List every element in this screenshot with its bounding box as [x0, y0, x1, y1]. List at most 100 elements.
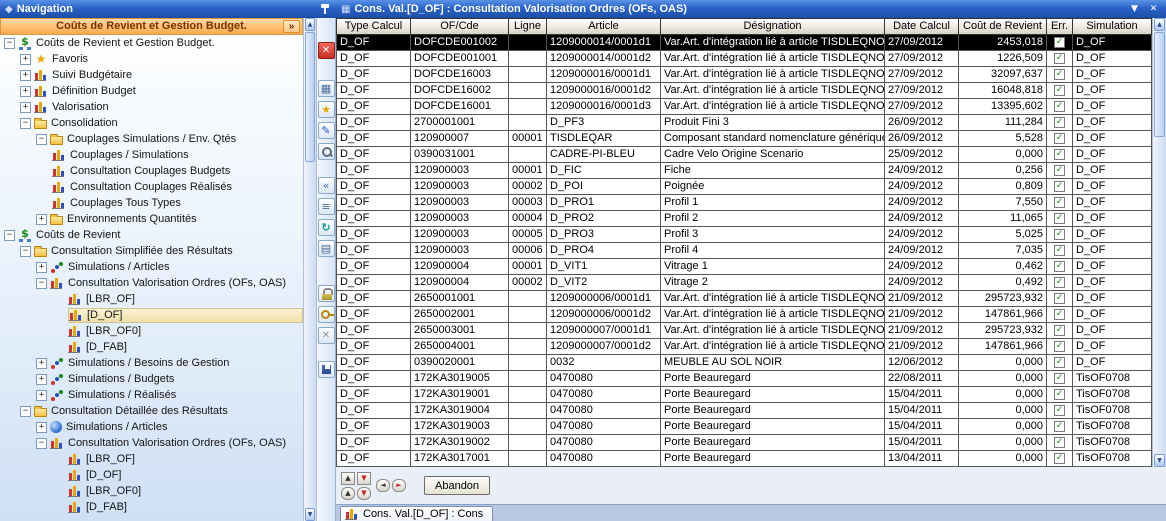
scroll-up-button[interactable]: ▲: [305, 18, 315, 31]
page-next-button[interactable]: ►: [392, 479, 406, 492]
tree-item-couplages-simulations-env-qt-s[interactable]: −Couplages Simulations / Env. Qtés: [0, 131, 303, 147]
column-header-type-calcul[interactable]: Type Calcul: [336, 18, 411, 35]
tree-item-simulations-articles[interactable]: +Simulations / Articles: [0, 259, 303, 275]
tree-scrollbar[interactable]: ▲ ▼: [303, 18, 316, 521]
column-header-err[interactable]: Err.: [1047, 18, 1073, 35]
copy-button[interactable]: ▤: [318, 240, 335, 257]
tree-item-d-fab[interactable]: [D_FAB]: [0, 499, 303, 515]
table-row[interactable]: D_OFDOFCDE160021209000016/0001d2Var.Art.…: [336, 83, 1152, 99]
table-row[interactable]: D_OF12090000300004D_PRO2Profil 224/09/20…: [336, 211, 1152, 227]
tree-item-consultation-d-taill-e-des-r-sultats[interactable]: −Consultation Détaillée des Résultats: [0, 403, 303, 419]
collapse-icon[interactable]: −: [20, 406, 31, 417]
table-row[interactable]: D_OF12090000300006D_PRO4Profil 424/09/20…: [336, 243, 1152, 259]
table-row[interactable]: D_OF26500040011209000007/0001d2Var.Art. …: [336, 339, 1152, 355]
search-button[interactable]: [318, 143, 335, 160]
list-button[interactable]: ≡: [318, 198, 335, 215]
expand-icon[interactable]: +: [36, 358, 47, 369]
collapse-icon[interactable]: −: [4, 230, 15, 241]
collapse-icon[interactable]: −: [36, 278, 47, 289]
table-row[interactable]: D_OF26500020011209000006/0001d2Var.Art. …: [336, 307, 1152, 323]
tree-item-d-of[interactable]: [D_OF]: [0, 307, 303, 323]
tree-item-couplages-simulations[interactable]: Couplages / Simulations: [0, 147, 303, 163]
tree-item-lbr-of0[interactable]: [LBR_OF0]: [0, 483, 303, 499]
edit-button[interactable]: ✎: [318, 122, 335, 139]
record-first-button[interactable]: ▲: [341, 472, 355, 485]
table-row[interactable]: D_OF172KA30190020470080Porte Beauregard1…: [336, 435, 1152, 451]
table-row[interactable]: D_OFDOFCDE160031209000016/0001d1Var.Art.…: [336, 67, 1152, 83]
column-header-ligne[interactable]: Ligne: [509, 18, 547, 35]
tree-item-simulations-besoins-de-gestion[interactable]: +Simulations / Besoins de Gestion: [0, 355, 303, 371]
collapse-icon[interactable]: −: [4, 38, 15, 49]
table-row[interactable]: D_OFDOFCDE160011209000016/0001d3Var.Art.…: [336, 99, 1152, 115]
scroll-down-button[interactable]: ▼: [305, 508, 315, 521]
expand-icon[interactable]: +: [36, 214, 47, 225]
tree-item-simulations-r-alis-s[interactable]: +Simulations / Réalisés: [0, 387, 303, 403]
key-button[interactable]: [318, 306, 335, 323]
table-row[interactable]: D_OF2700001001D_PF3Produit Fini 326/09/2…: [336, 115, 1152, 131]
table-row[interactable]: D_OF172KA30190040470080Porte Beauregard1…: [336, 403, 1152, 419]
tree-item-lbr-of[interactable]: [LBR_OF]: [0, 451, 303, 467]
column-header-simulation[interactable]: Simulation: [1073, 18, 1152, 35]
tree-item-couplages-tous-types[interactable]: Couplages Tous Types: [0, 195, 303, 211]
page-prev-button[interactable]: ◄: [376, 479, 390, 492]
table-row[interactable]: D_OFDOFCDE0010011209000014/0001d2Var.Art…: [336, 51, 1152, 67]
table-row[interactable]: D_OF172KA30190030470080Porte Beauregard1…: [336, 419, 1152, 435]
collapse-panel-button[interactable]: «: [318, 177, 335, 194]
table-row[interactable]: D_OF12090000400002D_VIT2Vitrage 224/09/2…: [336, 275, 1152, 291]
tree-item-consultation-couplages-r-alis-s[interactable]: Consultation Couplages Réalisés: [0, 179, 303, 195]
chevron-down-icon[interactable]: ▼: [1127, 4, 1142, 14]
close-icon[interactable]: ✕: [1146, 4, 1161, 14]
tree-item-d-finition-budget[interactable]: +Définition Budget: [0, 83, 303, 99]
table-row[interactable]: D_OF12090000400001D_VIT1Vitrage 124/09/2…: [336, 259, 1152, 275]
expand-icon[interactable]: +: [36, 390, 47, 401]
tree-item-valorisation[interactable]: +Valorisation: [0, 99, 303, 115]
close-panel-button[interactable]: ✕: [318, 42, 335, 59]
tree-item-co-ts-de-revient-et-gestion-budget[interactable]: −$Coûts de Revient et Gestion Budget.: [0, 35, 303, 51]
delete-button[interactable]: ✕: [318, 327, 335, 344]
tree-item-favoris[interactable]: +★Favoris: [0, 51, 303, 67]
save-button[interactable]: [318, 361, 335, 378]
tree-item-lbr-of[interactable]: [LBR_OF]: [0, 291, 303, 307]
table-row[interactable]: D_OF172KA30190050470080Porte Beauregard2…: [336, 371, 1152, 387]
collapse-icon[interactable]: −: [20, 246, 31, 257]
table-row[interactable]: D_OF172KA30170010470080Porte Beauregard1…: [336, 451, 1152, 467]
table-row[interactable]: D_OF26500030011209000007/0001d1Var.Art. …: [336, 323, 1152, 339]
grid-view-button[interactable]: ▦: [318, 80, 335, 97]
table-row[interactable]: D_OF12090000300002D_POIPoignée24/09/2012…: [336, 179, 1152, 195]
lock-button[interactable]: [318, 285, 335, 302]
collapse-icon[interactable]: −: [20, 118, 31, 129]
table-row[interactable]: D_OF12090000300003D_PRO1Profil 124/09/20…: [336, 195, 1152, 211]
expand-icon[interactable]: +: [20, 102, 31, 113]
tree-item-consultation-valorisation-ordres-ofs-oas[interactable]: −Consultation Valorisation Ordres (OFs, …: [0, 275, 303, 291]
expand-icon[interactable]: +: [36, 262, 47, 273]
record-last-button[interactable]: ▼: [357, 472, 371, 485]
table-row[interactable]: D_OF12090000700001TISDLEQARComposant sta…: [336, 131, 1152, 147]
table-row[interactable]: D_OFDOFCDE0010021209000014/0001d1Var.Art…: [336, 35, 1152, 51]
tree-item-consultation-couplages-budgets[interactable]: Consultation Couplages Budgets: [0, 163, 303, 179]
table-row[interactable]: D_OF03900200010032MEUBLE AU SOL NOIR12/0…: [336, 355, 1152, 371]
record-prev-button[interactable]: ▲: [341, 487, 355, 500]
expand-icon[interactable]: +: [36, 374, 47, 385]
scroll-down-button[interactable]: ▼: [1154, 454, 1165, 467]
tree-item-suivi-budg-taire[interactable]: +Suivi Budgétaire: [0, 67, 303, 83]
table-scrollbar[interactable]: ▲ ▼: [1152, 18, 1166, 467]
table-row[interactable]: D_OF12090000300005D_PRO3Profil 324/09/20…: [336, 227, 1152, 243]
column-header-date-calcul[interactable]: Date Calcul: [885, 18, 959, 35]
expand-icon[interactable]: +: [20, 54, 31, 65]
expand-icon[interactable]: +: [20, 70, 31, 81]
tree-item-d-of[interactable]: [D_OF]: [0, 467, 303, 483]
tree-item-consultation-simplifi-e-des-r-sultats[interactable]: −Consultation Simplifiée des Résultats: [0, 243, 303, 259]
tree-item-environnements-quantit-s[interactable]: +Environnements Quantités: [0, 211, 303, 227]
pin-icon[interactable]: [320, 3, 331, 15]
tree-item-co-ts-de-revient[interactable]: −$Coûts de Revient: [0, 227, 303, 243]
column-header-co-t-de-revient[interactable]: Coût de Revient: [959, 18, 1047, 35]
scroll-thumb[interactable]: [1154, 32, 1165, 137]
expand-icon[interactable]: +: [36, 422, 47, 433]
record-next-button[interactable]: ▼: [357, 487, 371, 500]
table-row[interactable]: D_OF12090000300001D_FICFiche24/09/20120,…: [336, 163, 1152, 179]
tree-item-d-fab[interactable]: [D_FAB]: [0, 339, 303, 355]
tab-cons-val-d-of[interactable]: Cons. Val.[D_OF] : Cons: [340, 506, 493, 521]
table-row[interactable]: D_OF0390031001CADRE-PI-BLEUCadre Velo Or…: [336, 147, 1152, 163]
tree-item-simulations-articles[interactable]: +Simulations / Articles: [0, 419, 303, 435]
tree-item-simulations-budgets[interactable]: +Simulations / Budgets: [0, 371, 303, 387]
